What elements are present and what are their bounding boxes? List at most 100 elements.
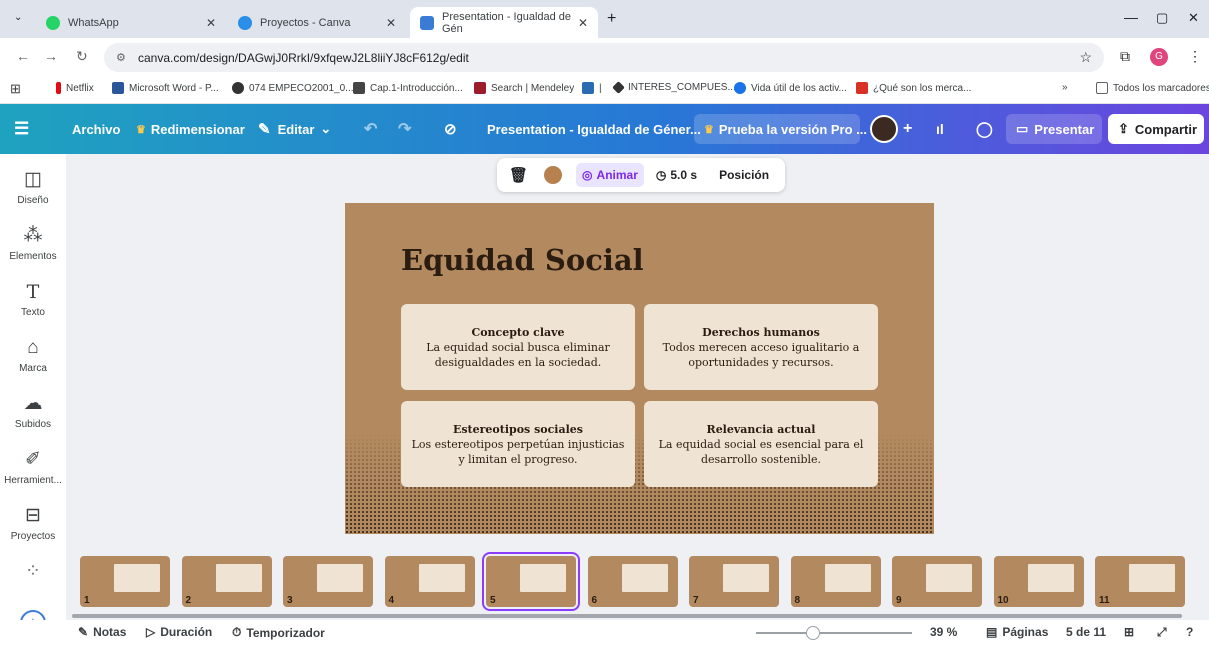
bookmark-label: Vida útil de los activ... (751, 82, 847, 94)
more-bookmarks-icon[interactable]: » (1062, 82, 1068, 93)
browser-tab-bar: ⌄ WhatsApp ✕ Proyectos - Canva ✕ Present… (0, 0, 1209, 38)
page-thumbnail[interactable]: 11 (1095, 556, 1185, 607)
page-thumbnail[interactable]: 2 (181, 556, 272, 607)
duration-button[interactable]: ◷ 5.0 s (656, 168, 697, 182)
cloud-save-icon[interactable]: ⊘ (444, 104, 457, 154)
bookmark-cap1[interactable]: Cap.1-Introducción... (353, 82, 463, 94)
card-relevancia[interactable]: Relevancia actual La equidad social es e… (644, 401, 878, 487)
comment-icon[interactable]: ◯ (976, 104, 993, 154)
tab-search-chevron-icon[interactable]: ⌄ (14, 12, 22, 23)
fullscreen-icon[interactable]: ⤢ (1157, 625, 1167, 640)
duracion-button[interactable]: ▷ Duración (146, 625, 212, 639)
card-body: La equidad social es esencial para el de… (658, 437, 864, 466)
bookmark-mercados[interactable]: ¿Qué son los merca... (856, 82, 971, 94)
bookmark-word[interactable]: Microsoft Word - P... (112, 82, 219, 94)
add-collaborator-icon[interactable]: + (903, 104, 912, 154)
redo-icon[interactable]: ↷ (398, 104, 411, 154)
tab-presentation[interactable]: Presentation - Igualdad de Gén ✕ (410, 7, 598, 38)
page-thumbnail[interactable]: 9 (892, 556, 982, 607)
zoom-slider-handle[interactable] (806, 626, 820, 640)
close-tab-icon[interactable]: ✕ (206, 16, 216, 30)
extensions-icon[interactable]: ⧉ (1120, 48, 1130, 65)
delete-icon[interactable]: 🗑 (509, 166, 528, 184)
analytics-icon[interactable]: ıl (936, 104, 944, 154)
sidebar-item-subidos[interactable]: ☁ Subidos (0, 392, 66, 430)
page-number: 8 (794, 595, 801, 606)
zoom-value[interactable]: 39 % (930, 625, 957, 639)
thumbnail-scrollbar[interactable] (72, 614, 1182, 618)
sidebar-item-diseno[interactable]: ◫ Diseño (0, 168, 66, 206)
animar-button[interactable]: ◎ Animar (576, 163, 644, 187)
profile-avatar[interactable]: G (1150, 48, 1168, 66)
document-title[interactable]: Presentation - Igualdad de Géner... (487, 104, 701, 154)
sidebar-item-proyectos[interactable]: ⊟ Proyectos (0, 504, 66, 542)
bookmark-netflix[interactable]: Netflix (56, 82, 94, 94)
page-thumbnail[interactable]: 10 (993, 556, 1084, 607)
page-thumbnail[interactable]: 4 (384, 556, 475, 607)
page-thumbnail[interactable]: 5 (482, 552, 580, 611)
bookmark-interes[interactable]: INTERES_COMPUES... (612, 81, 736, 94)
user-avatar[interactable] (870, 115, 898, 143)
duration-value: 5.0 s (670, 168, 698, 182)
new-tab-icon[interactable]: + (607, 10, 616, 28)
site-info-icon[interactable]: ⚙ (116, 51, 126, 64)
all-bookmarks[interactable]: Todos los marcadores (1096, 82, 1209, 94)
page-thumbnail[interactable]: 7 (689, 556, 779, 607)
compartir-button[interactable]: ⇪ Compartir (1108, 114, 1204, 144)
minimize-icon[interactable]: — (1124, 9, 1138, 25)
apps-grid-icon[interactable]: ⊞ (10, 81, 21, 97)
grid-view-icon[interactable]: ⊞ (1124, 625, 1134, 639)
forward-icon[interactable]: → (44, 48, 58, 64)
editar-menu[interactable]: ✎ Editar ⌄ (258, 104, 331, 154)
page-thumbnail[interactable]: 3 (283, 556, 373, 607)
color-swatch[interactable] (544, 166, 563, 184)
sidebar-item-texto[interactable]: T Texto (0, 280, 66, 318)
reload-icon[interactable]: ↻ (76, 48, 88, 65)
help-icon[interactable]: ? (1186, 625, 1193, 639)
bookmark-vida-util[interactable]: Vida útil de los activ... (734, 82, 847, 94)
card-estereotipos[interactable]: Estereotipos sociales Los estereotipos p… (401, 401, 635, 487)
page-number: 10 (997, 595, 1009, 606)
page-thumbnail[interactable]: 8 (790, 556, 881, 607)
close-tab-icon[interactable]: ✕ (386, 16, 396, 30)
paginas-button[interactable]: ▤ Páginas (986, 625, 1048, 639)
card-concepto-clave[interactable]: Concepto clave La equidad social busca e… (401, 304, 635, 390)
browser-menu-icon[interactable]: ⋮ (1188, 48, 1202, 65)
restore-icon[interactable]: ▢ (1156, 10, 1168, 26)
sidebar-item-apps[interactable]: ⁘ (0, 560, 66, 587)
back-icon[interactable]: ← (16, 48, 30, 64)
bookmark-empeco[interactable]: 074 EMPECO2001_0... (232, 82, 354, 94)
card-derechos-humanos[interactable]: Derechos humanos Todos merecen acceso ig… (644, 304, 878, 390)
slide-canvas[interactable]: Equidad Social Concepto clave La equidad… (345, 203, 934, 534)
archivo-menu[interactable]: Archivo (72, 104, 120, 154)
bookmark-star-icon[interactable]: ☆ (1079, 49, 1092, 66)
tab-whatsapp[interactable]: WhatsApp ✕ (36, 7, 226, 38)
redimensionar-button[interactable]: ♛ Redimensionar (136, 104, 245, 154)
pro-label: Prueba la versión Pro ... (718, 121, 867, 137)
sidebar-item-herramientas[interactable]: ✐ Herramient... (0, 448, 66, 486)
page-thumbnail[interactable]: 6 (587, 556, 678, 607)
posicion-button[interactable]: Posición (719, 168, 769, 182)
bookmark-label: INTERES_COMPUES... (628, 82, 736, 93)
bookmark-mendeley[interactable]: Search | Mendeley (474, 82, 574, 94)
design-icon: ◫ (24, 169, 42, 190)
url-field[interactable]: ⚙ canva.com/design/DAGwjJ0RrkI/9xfqewJ2L… (104, 43, 1104, 72)
bookmark-blue[interactable]: | (582, 82, 602, 94)
try-pro-button[interactable]: ♛ Prueba la versión Pro ... (694, 114, 867, 144)
sidebar-item-elementos[interactable]: ⁂ Elementos (0, 224, 66, 262)
temporizador-button[interactable]: ⏱ Temporizador (232, 625, 325, 640)
zoom-slider[interactable] (756, 626, 912, 640)
notas-button[interactable]: ✎ Notas (78, 625, 126, 639)
sidebar-item-marca[interactable]: ⌂ Marca (0, 336, 66, 374)
presentar-button[interactable]: ▭ Presentar (1006, 114, 1102, 144)
close-window-icon[interactable]: ✕ (1188, 10, 1199, 26)
thumbnail-content-block (723, 564, 769, 592)
slide-title[interactable]: Equidad Social (401, 243, 644, 277)
menu-icon[interactable]: ☰ (14, 104, 29, 154)
editar-label: Editar (277, 121, 315, 137)
tab-canva-projects[interactable]: Proyectos - Canva ✕ (228, 7, 406, 38)
page-counter[interactable]: 5 de 11 (1066, 625, 1106, 639)
close-tab-icon[interactable]: ✕ (578, 16, 588, 30)
undo-icon[interactable]: ↶ (364, 104, 377, 154)
page-thumbnail[interactable]: 1 (80, 556, 170, 607)
